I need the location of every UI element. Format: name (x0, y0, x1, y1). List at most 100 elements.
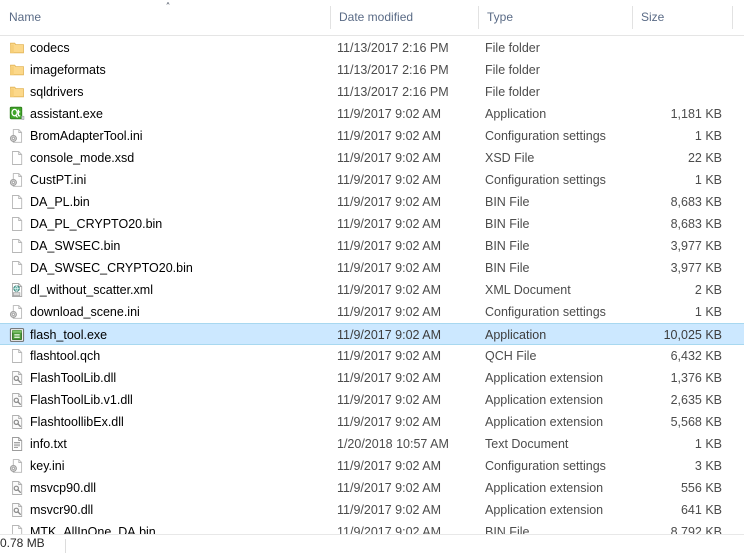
file-size-cell: 1,181 KB (670, 107, 722, 121)
file-type-cell: File folder (485, 85, 540, 99)
column-header-size[interactable]: Size (632, 0, 732, 35)
file-row[interactable]: assistant.exe 11/9/2017 9:02 AM Applicatio… (0, 103, 744, 125)
date-modified-cell: 11/9/2017 9:02 AM (337, 459, 442, 473)
date-modified-cell: 11/9/2017 9:02 AM (337, 415, 442, 429)
file-type-cell: File folder (485, 63, 540, 77)
date-modified-cell: 11/13/2017 2:16 PM (337, 85, 449, 99)
date-modified-cell: 1/20/2018 10:57 AM (337, 437, 449, 451)
file-type-cell: BIN File (485, 217, 530, 231)
file-type-cell: BIN File (485, 195, 530, 209)
file-row[interactable]: dl_without_scatter.xml 11/9/2017 9:02 AM X… (0, 279, 744, 301)
file-row[interactable]: DA_PL_CRYPTO20.bin 11/9/2017 9:02 AM BIN F… (0, 213, 744, 235)
file-type-cell: File folder (485, 41, 540, 55)
file-size-cell: 3 KB (694, 459, 722, 473)
file-name-cell: msvcr90.dll (30, 503, 94, 517)
file-type-cell: Application extension (485, 503, 604, 517)
file-row[interactable]: console_mode.xsd 11/9/2017 9:02 AM XSD Fil… (0, 147, 744, 169)
file-row[interactable]: msvcr90.dll 11/9/2017 9:02 AM Application … (0, 499, 744, 521)
file-name-cell: CustPT.ini (30, 173, 87, 187)
file-size-cell: 22 KB (687, 151, 722, 165)
date-modified-cell: 11/9/2017 9:02 AM (337, 393, 442, 407)
file-name-cell: DA_SWSEC_CRYPTO20.bin (30, 261, 193, 275)
date-modified-cell: 11/9/2017 9:02 AM (337, 217, 442, 231)
file-name-cell: flashtool.qch (30, 349, 101, 363)
file-size-cell: 1,376 KB (670, 371, 722, 385)
date-modified-cell: 11/9/2017 9:02 AM (337, 261, 442, 275)
file-size-cell: 1 KB (694, 305, 722, 319)
date-modified-cell: 11/9/2017 9:02 AM (337, 481, 442, 495)
column-divider[interactable] (632, 6, 633, 29)
file-size-cell: 1 KB (694, 437, 722, 451)
file-row[interactable]: sqldrivers 11/13/2017 2:16 PM File folder (0, 81, 744, 103)
file-row[interactable]: FlashtoollibEx.dll 11/9/2017 9:02 AM Appli… (0, 411, 744, 433)
column-header-type-label: Type (487, 10, 514, 24)
file-row[interactable]: download_scene.ini 11/9/2017 9:02 AM Confi… (0, 301, 744, 323)
file-type-cell: Configuration settings (485, 305, 606, 319)
file-type-cell: Text Document (485, 437, 569, 451)
date-modified-cell: 11/9/2017 9:02 AM (337, 239, 442, 253)
column-header-date-modified-label: Date modified (339, 10, 414, 24)
file-size-cell (632, 81, 722, 103)
file-row[interactable]: flash_tool.exe 11/9/2017 9:02 AM Applicati… (0, 323, 744, 345)
file-type-cell: Configuration settings (485, 459, 606, 473)
date-modified-cell: 11/9/2017 9:02 AM (337, 107, 442, 121)
file-row[interactable]: msvcp90.dll 11/9/2017 9:02 AM Application … (0, 477, 744, 499)
file-name-cell: FlashToolLib.v1.dll (30, 393, 133, 407)
file-size-cell: 8,683 KB (670, 195, 722, 209)
file-row[interactable]: BromAdapterTool.ini 11/9/2017 9:02 AM Conf… (0, 125, 744, 147)
file-row[interactable]: flashtool.qch 11/9/2017 9:02 AM QCH File 6,… (0, 345, 744, 367)
file-type-cell: BIN File (485, 239, 530, 253)
file-list[interactable]: codecs 11/13/2017 2:16 PM File folder image… (0, 37, 744, 539)
file-name-cell: info.txt (30, 437, 67, 451)
date-modified-cell: 11/9/2017 9:02 AM (337, 305, 442, 319)
file-size-cell (632, 37, 722, 59)
file-size-cell: 3,977 KB (670, 239, 722, 253)
file-type-cell: Application extension (485, 481, 604, 495)
file-type-cell: Application extension (485, 371, 604, 385)
file-row[interactable]: imageformats 11/13/2017 2:16 PM File folde… (0, 59, 744, 81)
file-name-cell: BromAdapterTool.ini (30, 129, 143, 143)
file-name-cell: key.ini (30, 459, 65, 473)
date-modified-cell: 11/9/2017 9:02 AM (337, 328, 442, 342)
file-row[interactable]: FlashToolLib.dll 11/9/2017 9:02 AM Applica… (0, 367, 744, 389)
date-modified-cell: 11/9/2017 9:02 AM (337, 129, 442, 143)
file-name-cell: sqldrivers (30, 85, 84, 99)
date-modified-cell: 11/9/2017 9:02 AM (337, 151, 442, 165)
column-divider[interactable] (478, 6, 479, 29)
file-name-cell: console_mode.xsd (30, 151, 135, 165)
column-header-type[interactable]: Type (478, 0, 632, 35)
file-row[interactable]: FlashToolLib.v1.dll 11/9/2017 9:02 AM Appl… (0, 389, 744, 411)
file-row[interactable]: CustPT.ini 11/9/2017 9:02 AM Configuration… (0, 169, 744, 191)
date-modified-cell: 11/13/2017 2:16 PM (337, 41, 449, 55)
file-row[interactable]: DA_SWSEC.bin 11/9/2017 9:02 AM BIN File 3,9… (0, 235, 744, 257)
file-type-cell: QCH File (485, 349, 537, 363)
file-name-cell: flash_tool.exe (30, 328, 108, 342)
file-row[interactable]: codecs 11/13/2017 2:16 PM File folder (0, 37, 744, 59)
file-list-column-header: Name ˄ Date modified Type Size (0, 0, 744, 36)
sort-ascending-icon[interactable]: ˄ (162, 2, 174, 14)
file-type-cell: Application extension (485, 393, 604, 407)
date-modified-cell: 11/9/2017 9:02 AM (337, 371, 442, 385)
file-row[interactable]: DA_PL.bin 11/9/2017 9:02 AM BIN File 8,683 … (0, 191, 744, 213)
file-row[interactable]: key.ini 11/9/2017 9:02 AM Configuration se… (0, 455, 744, 477)
file-size-cell: 1 KB (694, 129, 722, 143)
file-name-cell: FlashToolLib.dll (30, 371, 117, 385)
file-row[interactable]: info.txt 1/20/2018 10:57 AM Text Document 1… (0, 433, 744, 455)
file-name-cell: DA_PL.bin (30, 195, 90, 209)
file-size-cell: 1 KB (694, 173, 722, 187)
file-name-cell: codecs (30, 41, 70, 55)
column-divider-end[interactable] (732, 6, 733, 29)
column-header-date-modified[interactable]: Date modified (330, 0, 478, 35)
file-size-cell: 556 KB (680, 481, 722, 495)
column-header-name-label: Name (9, 10, 42, 24)
file-size-cell: 3,977 KB (670, 261, 722, 275)
file-type-cell: XSD File (485, 151, 535, 165)
status-bar: 0.78 MB (0, 534, 744, 553)
date-modified-cell: 11/13/2017 2:16 PM (337, 63, 449, 77)
file-type-cell: BIN File (485, 261, 530, 275)
file-row[interactable]: DA_SWSEC_CRYPTO20.bin 11/9/2017 9:02 AM BI… (0, 257, 744, 279)
column-divider[interactable] (330, 6, 331, 29)
file-name-cell: DA_SWSEC.bin (30, 239, 121, 253)
file-size-cell: 8,683 KB (670, 217, 722, 231)
date-modified-cell: 11/9/2017 9:02 AM (337, 173, 442, 187)
